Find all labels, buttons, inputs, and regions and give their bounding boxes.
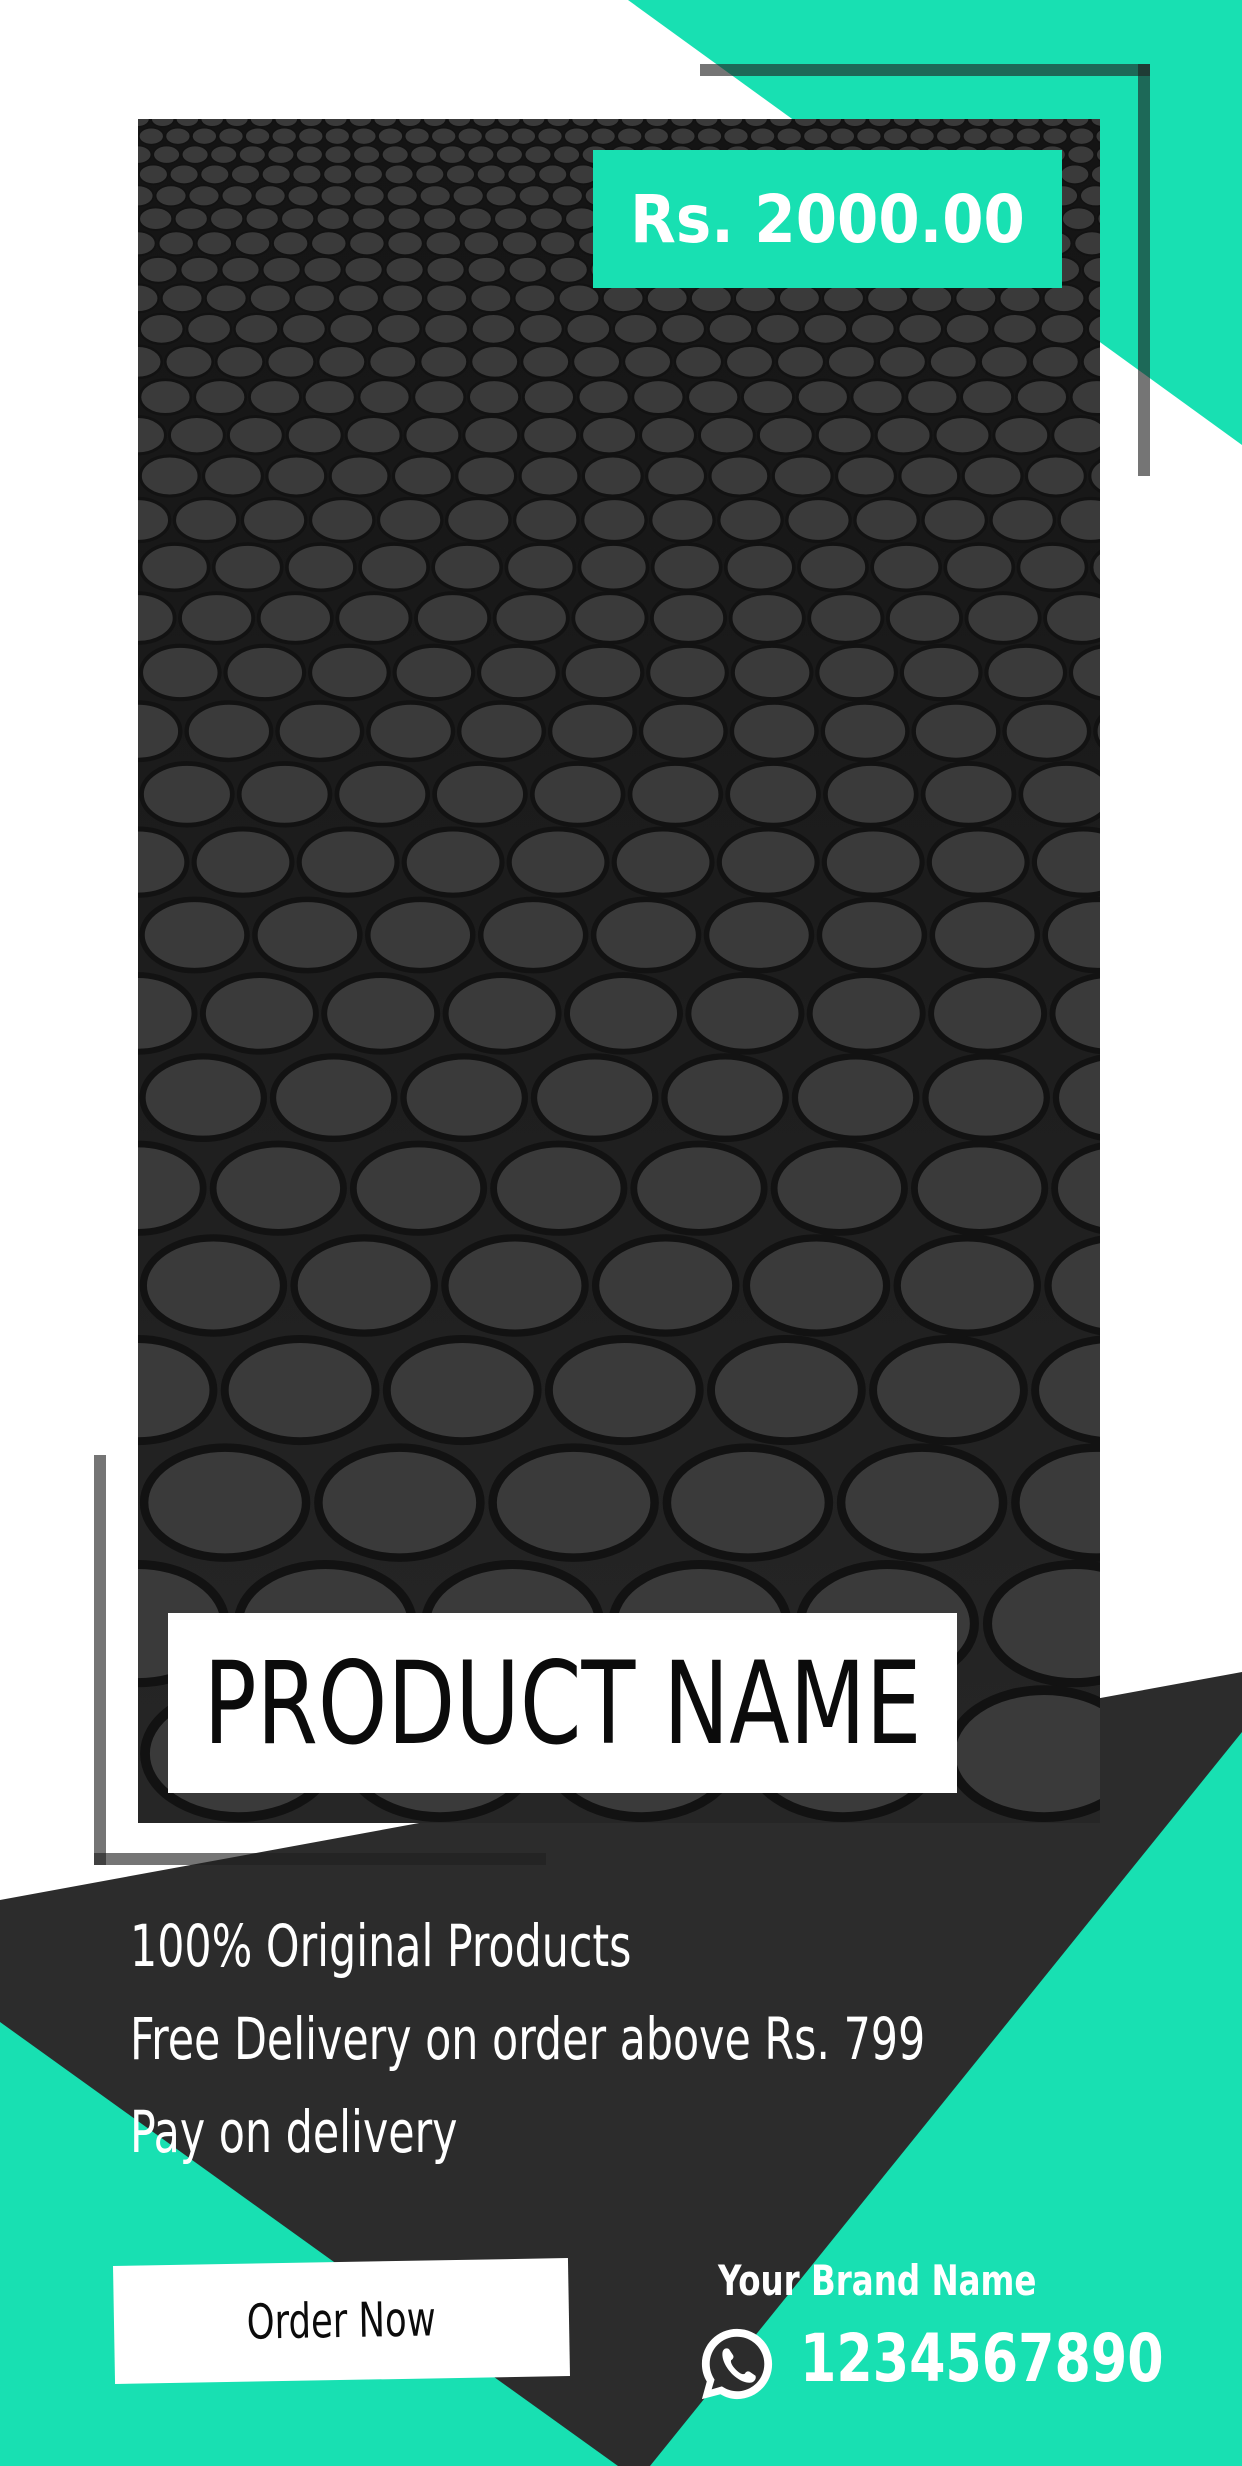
price-label: Rs. 2000.00 (630, 180, 1025, 258)
order-now-button[interactable]: Order Now (113, 2258, 570, 2384)
price-tag: Rs. 2000.00 (593, 150, 1062, 288)
order-now-label: Order Now (246, 2291, 437, 2351)
frame-line-top (700, 64, 1150, 76)
frame-line-bottom (94, 1853, 546, 1865)
feature-item: Free Delivery on order above Rs. 799 (130, 2005, 926, 2073)
brand-name: Your Brand Name (718, 2256, 1037, 2305)
feature-item: 100% Original Products (130, 1912, 632, 1980)
frame-line-left (94, 1455, 106, 1865)
product-name-box: PRODUCT NAME (168, 1613, 957, 1793)
feature-item: Pay on delivery (130, 2098, 458, 2166)
product-photo (138, 119, 1100, 1823)
frame-line-right (1138, 64, 1150, 476)
phone-number: 1234567890 (800, 2320, 1164, 2397)
feature-list: 100% Original Products Free Delivery on … (130, 1900, 1100, 2179)
product-name: PRODUCT NAME (203, 1636, 922, 1770)
whatsapp-icon (701, 2328, 773, 2400)
